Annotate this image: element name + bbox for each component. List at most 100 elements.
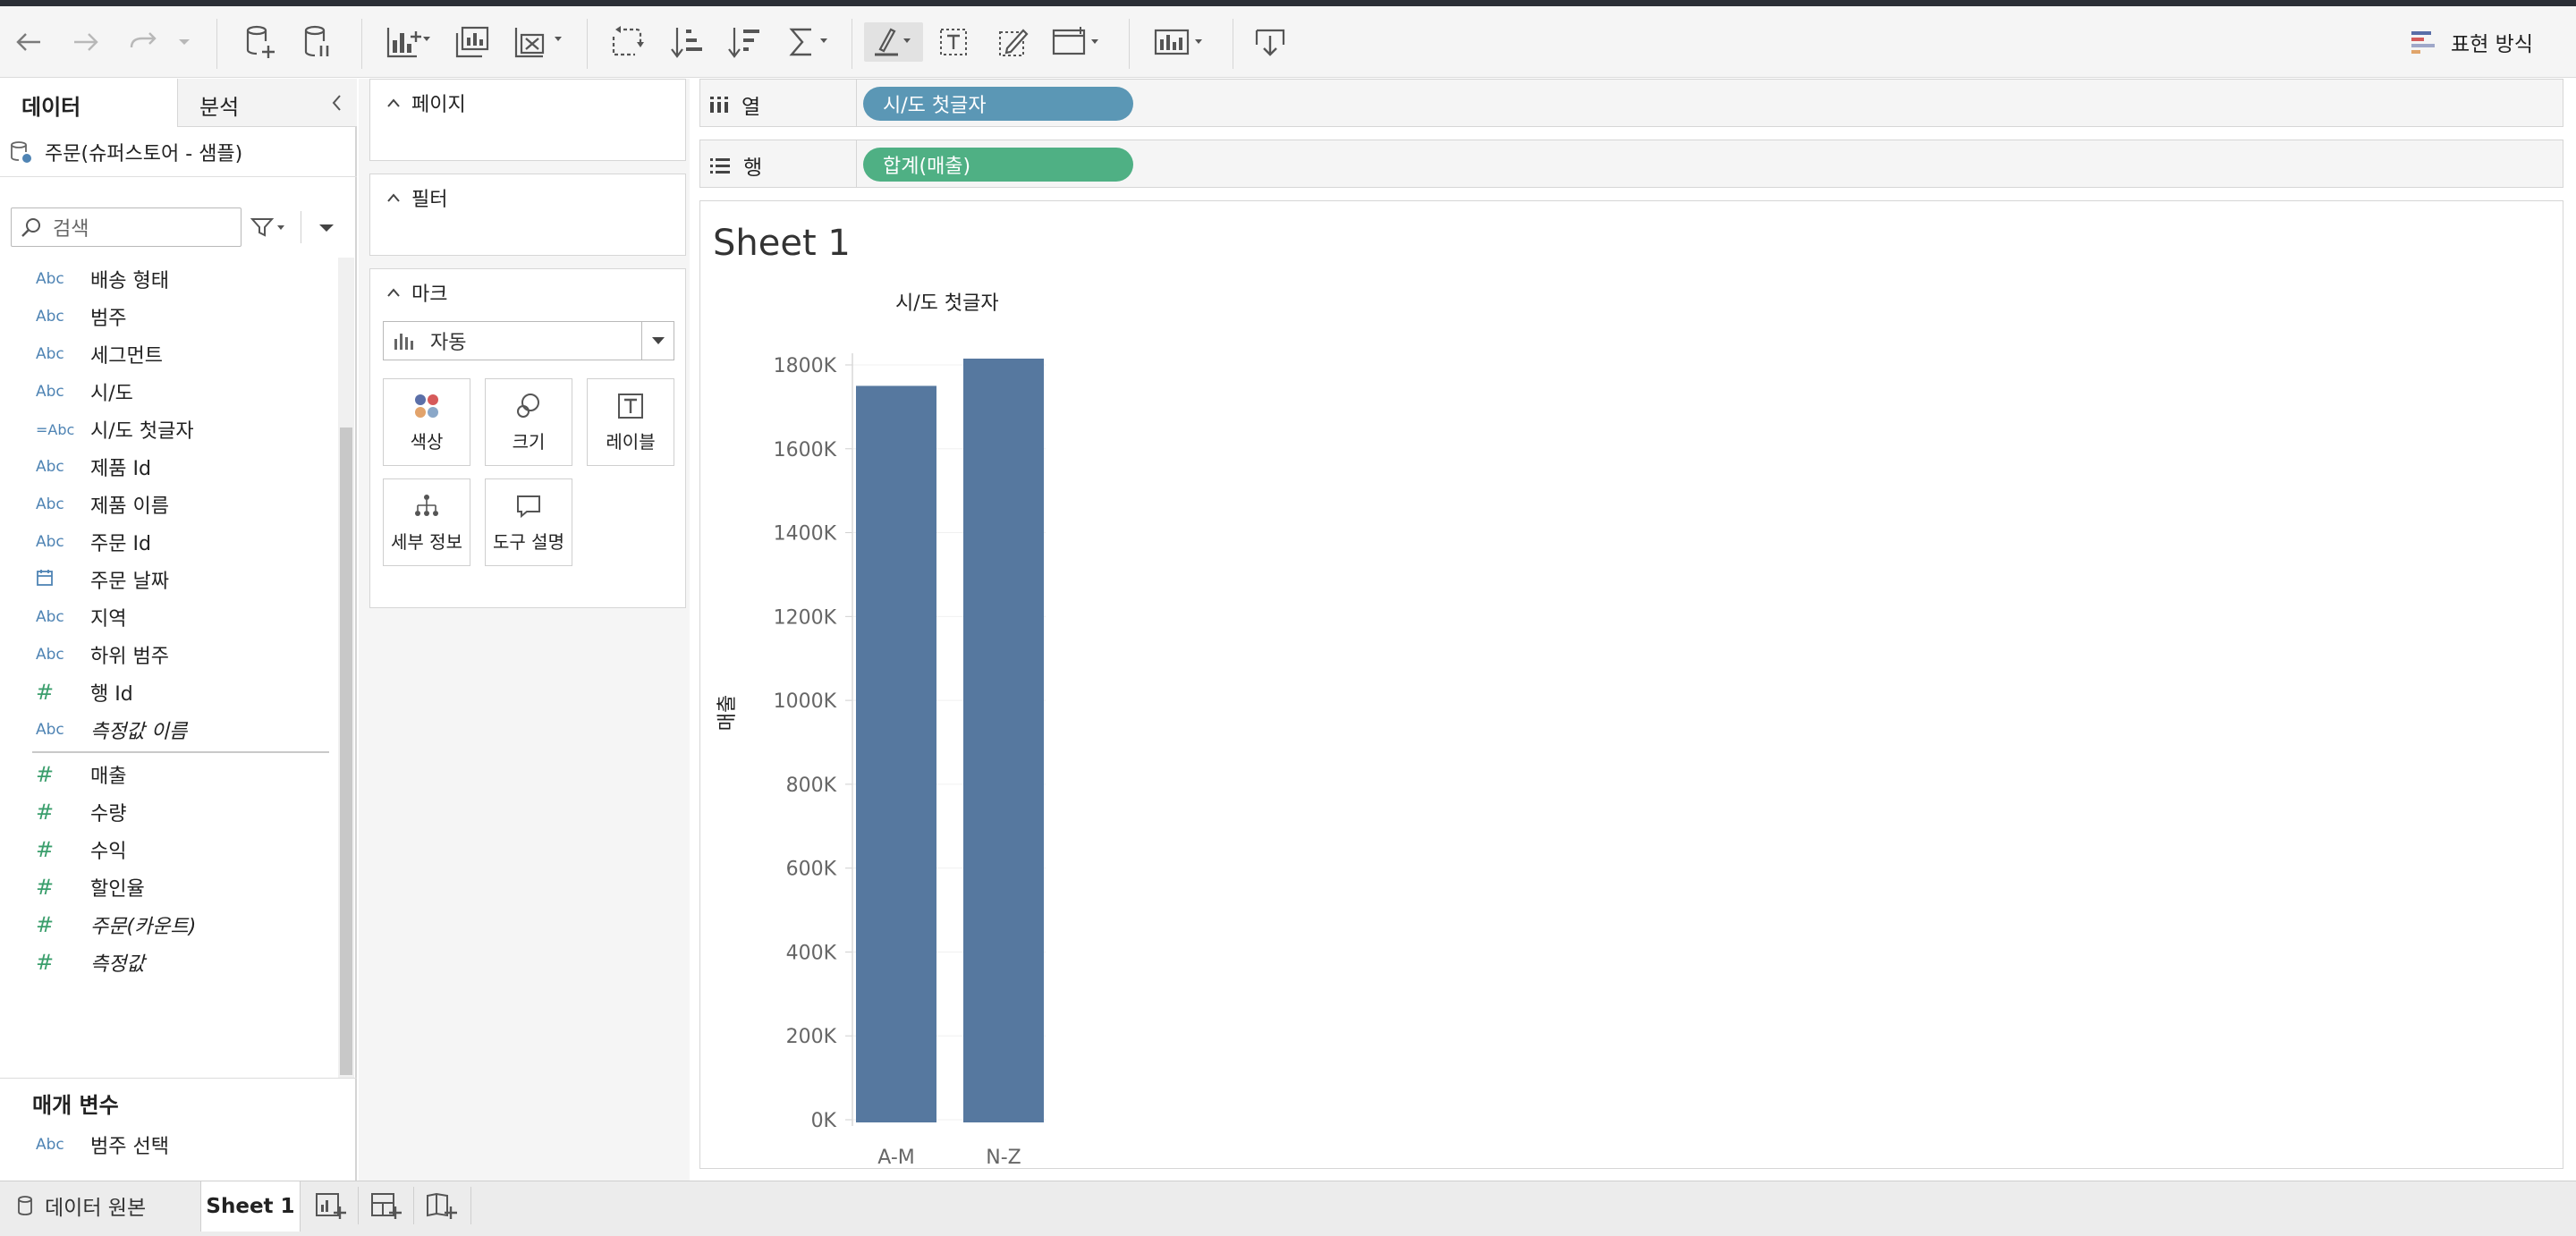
measure-field[interactable]: # 수량 xyxy=(0,793,340,831)
marks-card-title[interactable]: 마크 xyxy=(386,278,447,307)
label-mark-button[interactable]: 레이블 xyxy=(587,378,674,466)
detail-mark-button[interactable]: 세부 정보 xyxy=(383,478,470,566)
new-datasource-icon[interactable] xyxy=(242,22,279,62)
dimension-field[interactable]: Abc 제품 이름 xyxy=(0,486,340,523)
datasource-tab[interactable]: 데이터 원본 xyxy=(16,1181,146,1230)
color-mark-button[interactable]: 색상 xyxy=(383,378,470,466)
dimension-field[interactable]: Abc 배송 형태 xyxy=(0,260,340,298)
show-me-icon xyxy=(2411,31,2436,54)
bar-N-Z[interactable] xyxy=(963,358,1044,1122)
string-type-icon: Abc xyxy=(36,270,64,288)
collapse-pane-icon[interactable] xyxy=(330,93,343,116)
chevron-down-icon[interactable] xyxy=(641,322,674,360)
field-name: 측정값 이름 xyxy=(90,721,188,743)
search-input[interactable]: 검색 xyxy=(11,207,242,247)
string-type-icon: Abc xyxy=(36,345,64,363)
field-name: 할인율 xyxy=(90,878,145,901)
field-name: 행 Id xyxy=(90,683,133,706)
dimension-field[interactable]: Abc 지역 xyxy=(0,598,340,636)
dimension-field[interactable]: Abc 주문 Id xyxy=(0,523,340,561)
new-dashboard-tab-icon[interactable] xyxy=(370,1192,402,1224)
redo-icon[interactable] xyxy=(125,22,163,62)
show-me-button[interactable]: 표현 방식 xyxy=(2410,24,2533,60)
toolbar-separator xyxy=(1129,19,1130,69)
filters-card[interactable]: 필터 xyxy=(369,174,686,256)
labels-icon[interactable] xyxy=(934,22,973,62)
pause-updates-icon[interactable] xyxy=(299,22,336,62)
new-worksheet-tab-icon[interactable] xyxy=(315,1192,347,1224)
sheet-tab[interactable]: Sheet 1 xyxy=(200,1181,301,1232)
new-story-tab-icon[interactable] xyxy=(426,1192,458,1224)
pages-card[interactable]: 페이지 xyxy=(369,79,686,161)
chevron-up-icon xyxy=(387,98,400,107)
sort-ascending-icon[interactable] xyxy=(667,22,707,62)
parameter-name: 범주 선택 xyxy=(90,1136,169,1158)
shelf-divider xyxy=(856,80,857,126)
field-name: 범주 xyxy=(90,308,127,330)
filters-card-title[interactable]: 필터 xyxy=(386,183,447,212)
pages-card-title[interactable]: 페이지 xyxy=(386,89,466,117)
data-menu-dropdown-icon[interactable] xyxy=(318,220,335,237)
measure-field[interactable]: # 측정값 xyxy=(0,944,340,981)
rows-pill[interactable]: 합계(매출) xyxy=(863,148,1133,182)
datasource-icon xyxy=(11,140,31,163)
scrollbar-thumb[interactable] xyxy=(340,428,352,1075)
dimension-field[interactable]: Abc 범주 xyxy=(0,298,340,335)
field-name: 배송 형태 xyxy=(90,270,169,292)
search-placeholder: 검색 xyxy=(53,218,89,241)
measure-field[interactable]: # 할인율 xyxy=(0,868,340,906)
tooltip-label: 도구 설명 xyxy=(493,530,564,553)
number-type-icon: # xyxy=(36,762,55,787)
chevron-up-icon xyxy=(387,288,400,297)
measure-field[interactable]: # 주문(카운트) xyxy=(0,906,340,944)
string-type-icon: Abc xyxy=(36,721,64,739)
measure-field[interactable]: # 수익 xyxy=(0,831,340,868)
highlight-icon[interactable] xyxy=(864,22,923,62)
fit-icon[interactable] xyxy=(1048,22,1106,62)
viz-canvas[interactable]: Sheet 1 시/도 첫글자 매출 0K 200K 400K 600K 800K 100… xyxy=(699,200,2563,1169)
toolbar-separator xyxy=(587,19,588,69)
dimension-field[interactable]: =Abc 시/도 첫글자 xyxy=(0,411,340,448)
dimension-field[interactable]: Abc 시/도 xyxy=(0,373,340,411)
dimension-field[interactable]: 주문 날짜 xyxy=(0,561,340,598)
dimension-field[interactable]: Abc 세그먼트 xyxy=(0,335,340,373)
new-worksheet-icon[interactable] xyxy=(383,22,433,62)
redo-dropdown-icon[interactable] xyxy=(175,22,193,62)
parameter-item[interactable]: Abc 범주 선택 xyxy=(0,1127,340,1163)
columns-pill[interactable]: 시/도 첫글자 xyxy=(863,87,1133,121)
back-icon[interactable] xyxy=(11,22,47,62)
y-tick-label: 1600K xyxy=(774,439,837,461)
y-tick-label: 1000K xyxy=(774,690,837,713)
size-icon xyxy=(517,393,539,418)
rows-shelf[interactable]: 행 합계(매출) xyxy=(699,140,2563,188)
dimension-field[interactable]: Abc 측정값 이름 xyxy=(0,711,340,749)
annotate-icon[interactable] xyxy=(993,22,1032,62)
columns-shelf[interactable]: 열 시/도 첫글자 xyxy=(699,79,2563,127)
show-cards-icon[interactable] xyxy=(1150,22,1209,62)
size-mark-button[interactable]: 크기 xyxy=(485,378,572,466)
field-list-scrollbar[interactable] xyxy=(338,258,354,1079)
string-type-icon: Abc xyxy=(36,495,64,513)
totals-icon[interactable] xyxy=(784,22,834,62)
tooltip-mark-button[interactable]: 도구 설명 xyxy=(485,478,572,566)
swap-icon[interactable] xyxy=(608,22,648,62)
dimension-field[interactable]: Abc 하위 범주 xyxy=(0,636,340,673)
mark-type-select[interactable]: 자동 xyxy=(383,321,674,360)
database-icon xyxy=(18,1196,32,1215)
filter-fields-icon[interactable] xyxy=(250,216,288,241)
label-label: 레이블 xyxy=(606,430,656,453)
clear-sheet-icon[interactable] xyxy=(512,22,565,62)
measure-field[interactable]: # 매출 xyxy=(0,756,340,793)
search-icon xyxy=(21,218,40,237)
dimension-field[interactable]: # 행 Id xyxy=(0,673,340,711)
presentation-icon[interactable] xyxy=(1250,22,1290,62)
duplicate-icon[interactable] xyxy=(453,22,492,62)
field-name: 하위 범주 xyxy=(90,646,169,668)
datasource-item[interactable]: 주문(슈퍼스토어 - 샘플) xyxy=(0,127,357,177)
tab-data[interactable]: 데이터 xyxy=(0,79,177,127)
bar-A-M[interactable] xyxy=(856,385,936,1122)
sort-descending-icon[interactable] xyxy=(724,22,764,62)
field-name: 제품 Id xyxy=(90,458,151,480)
dimension-field[interactable]: Abc 제품 Id xyxy=(0,448,340,486)
forward-icon[interactable] xyxy=(68,22,104,62)
